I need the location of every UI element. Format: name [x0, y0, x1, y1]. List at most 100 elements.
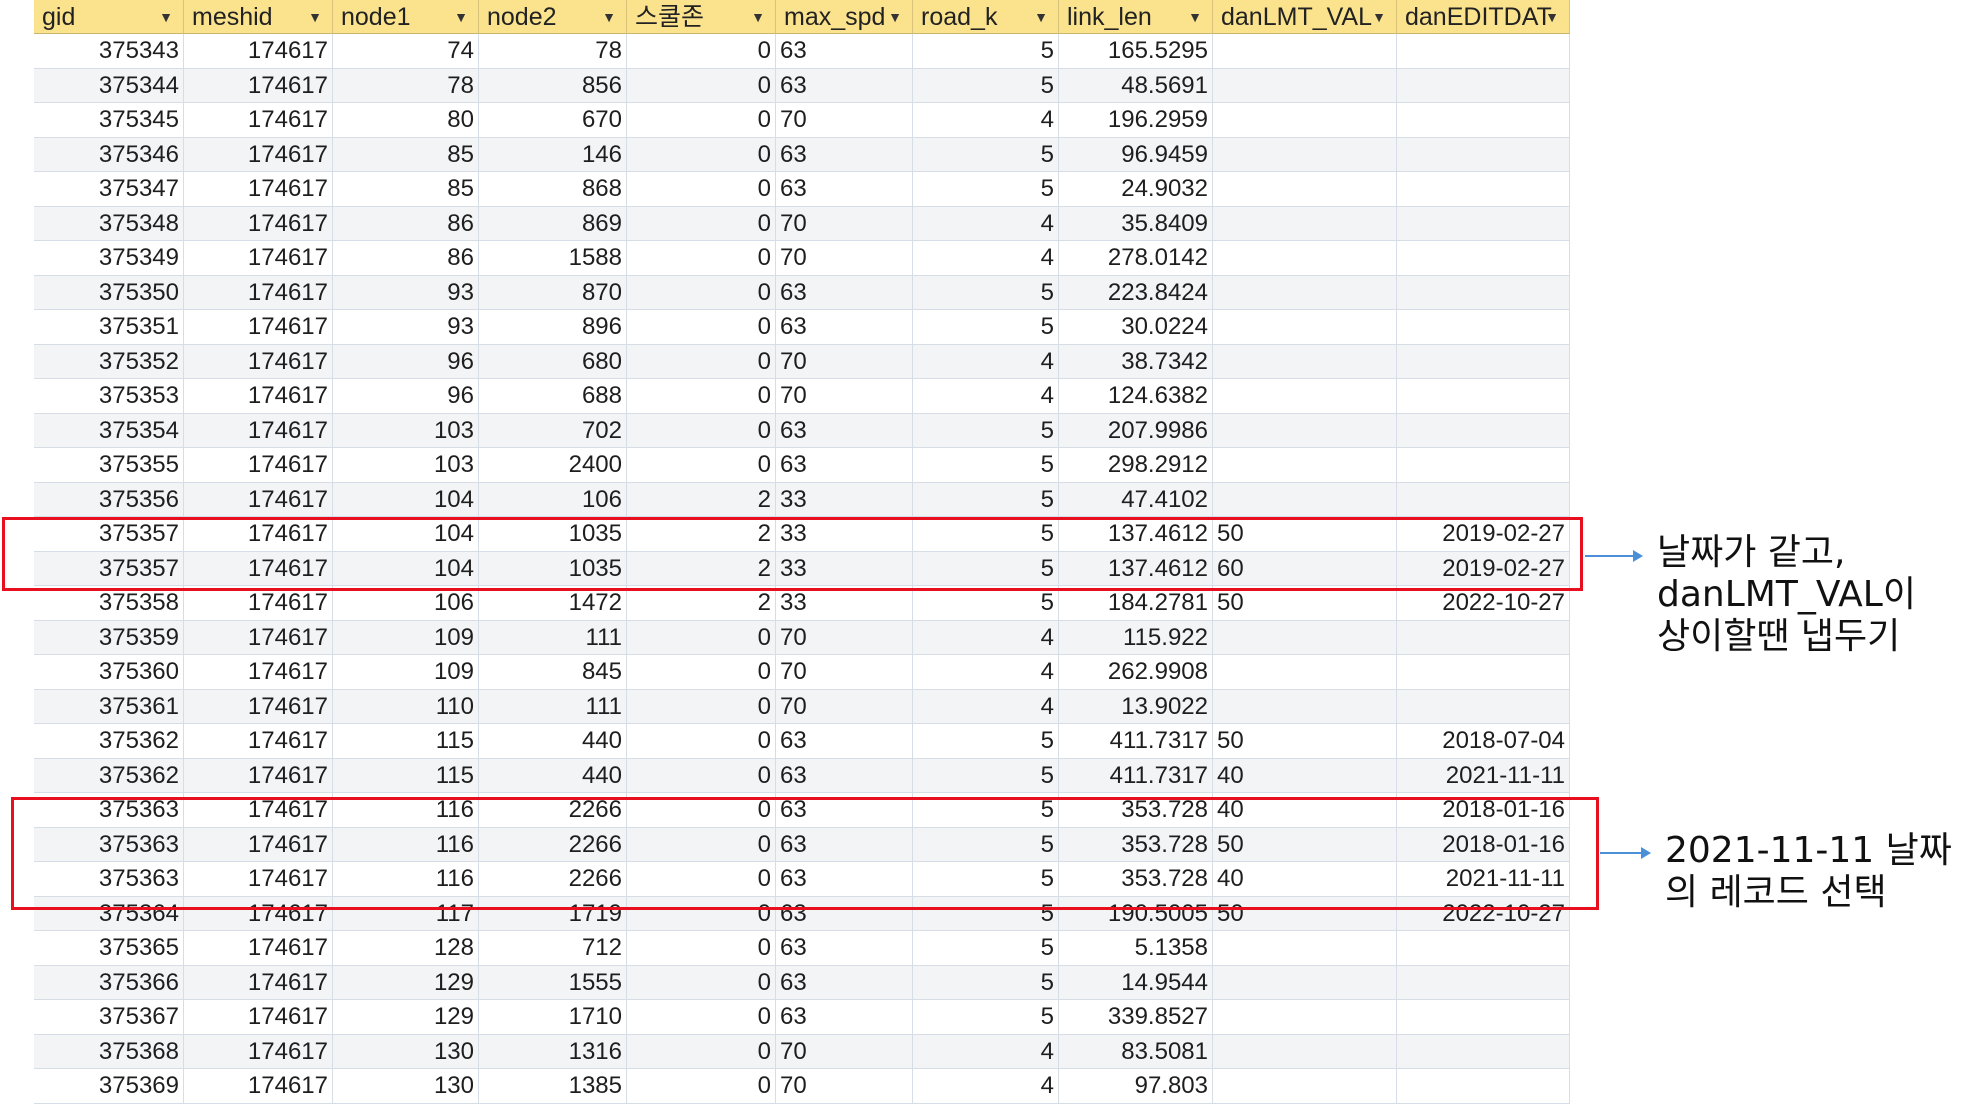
- cell-danEDITDAT[interactable]: [1397, 655, 1570, 689]
- table-row[interactable]: 375349 174617 86 1588 0 70 4 278.0142: [34, 241, 1570, 276]
- cell-node1[interactable]: 129: [333, 1000, 479, 1034]
- table-row[interactable]: 375355 174617 103 2400 0 63 5 298.2912: [34, 448, 1570, 483]
- column-header-1[interactable]: meshid ▼: [184, 0, 333, 34]
- table-row[interactable]: 375350 174617 93 870 0 63 5 223.8424: [34, 275, 1570, 310]
- cell-meshid[interactable]: 174617: [184, 689, 333, 723]
- cell-meshid[interactable]: 174617: [184, 758, 333, 792]
- cell-link_len[interactable]: 207.9986: [1059, 413, 1213, 447]
- cell-node2[interactable]: 896: [479, 310, 627, 344]
- cell-danLMT_VAL[interactable]: [1213, 206, 1397, 240]
- cell-road_k[interactable]: 5: [913, 931, 1059, 965]
- cell-node1[interactable]: 104: [333, 551, 479, 585]
- cell-link_len[interactable]: 411.7317: [1059, 758, 1213, 792]
- cell-node1[interactable]: 130: [333, 1069, 479, 1103]
- cell-max_spd[interactable]: 63: [776, 68, 913, 102]
- table-row[interactable]: 375343 174617 74 78 0 63 5 165.5295: [34, 34, 1570, 69]
- filter-dropdown-icon[interactable]: ▼: [159, 0, 173, 33]
- filter-dropdown-icon[interactable]: ▼: [308, 0, 322, 33]
- cell-danEDITDAT[interactable]: [1397, 482, 1570, 516]
- cell-link_len[interactable]: 353.728: [1059, 862, 1213, 896]
- cell-gid[interactable]: 375360: [34, 655, 184, 689]
- cell-road_k[interactable]: 5: [913, 517, 1059, 551]
- cell-danLMT_VAL[interactable]: [1213, 34, 1397, 68]
- cell-link_len[interactable]: 190.5005: [1059, 896, 1213, 930]
- cell-node2[interactable]: 702: [479, 413, 627, 447]
- cell-node1[interactable]: 103: [333, 448, 479, 482]
- cell-danEDITDAT[interactable]: 2021-11-11: [1397, 758, 1570, 792]
- cell-meshid[interactable]: 174617: [184, 724, 333, 758]
- column-header-3[interactable]: node2 ▼: [479, 0, 627, 34]
- cell-스쿨존[interactable]: 0: [627, 310, 776, 344]
- cell-link_len[interactable]: 196.2959: [1059, 103, 1213, 137]
- cell-node2[interactable]: 2266: [479, 862, 627, 896]
- cell-link_len[interactable]: 38.7342: [1059, 344, 1213, 378]
- cell-meshid[interactable]: 174617: [184, 896, 333, 930]
- cell-link_len[interactable]: 353.728: [1059, 827, 1213, 861]
- cell-danLMT_VAL[interactable]: [1213, 344, 1397, 378]
- cell-node2[interactable]: 2400: [479, 448, 627, 482]
- cell-meshid[interactable]: 174617: [184, 172, 333, 206]
- cell-max_spd[interactable]: 33: [776, 482, 913, 516]
- cell-danEDITDAT[interactable]: [1397, 1069, 1570, 1103]
- cell-meshid[interactable]: 174617: [184, 275, 333, 309]
- cell-danEDITDAT[interactable]: [1397, 689, 1570, 723]
- cell-meshid[interactable]: 174617: [184, 1000, 333, 1034]
- filter-dropdown-icon[interactable]: ▼: [1372, 0, 1386, 33]
- cell-danEDITDAT[interactable]: 2021-11-11: [1397, 862, 1570, 896]
- cell-max_spd[interactable]: 63: [776, 793, 913, 827]
- cell-node2[interactable]: 106: [479, 482, 627, 516]
- table-row[interactable]: 375366 174617 129 1555 0 63 5 14.9544: [34, 965, 1570, 1000]
- cell-road_k[interactable]: 5: [913, 275, 1059, 309]
- cell-meshid[interactable]: 174617: [184, 413, 333, 447]
- cell-danEDITDAT[interactable]: [1397, 379, 1570, 413]
- cell-danEDITDAT[interactable]: [1397, 34, 1570, 68]
- cell-meshid[interactable]: 174617: [184, 931, 333, 965]
- cell-meshid[interactable]: 174617: [184, 482, 333, 516]
- cell-스쿨존[interactable]: 0: [627, 931, 776, 965]
- cell-gid[interactable]: 375356: [34, 482, 184, 516]
- cell-meshid[interactable]: 174617: [184, 551, 333, 585]
- cell-road_k[interactable]: 5: [913, 482, 1059, 516]
- cell-max_spd[interactable]: 63: [776, 827, 913, 861]
- cell-danEDITDAT[interactable]: [1397, 310, 1570, 344]
- cell-node1[interactable]: 96: [333, 379, 479, 413]
- table-row[interactable]: 375352 174617 96 680 0 70 4 38.7342: [34, 344, 1570, 379]
- cell-스쿨존[interactable]: 0: [627, 172, 776, 206]
- cell-meshid[interactable]: 174617: [184, 379, 333, 413]
- cell-스쿨존[interactable]: 2: [627, 482, 776, 516]
- cell-link_len[interactable]: 137.4612: [1059, 551, 1213, 585]
- cell-danLMT_VAL[interactable]: [1213, 379, 1397, 413]
- column-header-2[interactable]: node1 ▼: [333, 0, 479, 34]
- cell-link_len[interactable]: 137.4612: [1059, 517, 1213, 551]
- cell-node1[interactable]: 116: [333, 793, 479, 827]
- cell-node2[interactable]: 1719: [479, 896, 627, 930]
- cell-max_spd[interactable]: 63: [776, 931, 913, 965]
- cell-스쿨존[interactable]: 2: [627, 517, 776, 551]
- cell-danLMT_VAL[interactable]: [1213, 68, 1397, 102]
- cell-road_k[interactable]: 5: [913, 551, 1059, 585]
- table-row[interactable]: 375344 174617 78 856 0 63 5 48.5691: [34, 68, 1570, 103]
- cell-node1[interactable]: 78: [333, 68, 479, 102]
- cell-node2[interactable]: 1710: [479, 1000, 627, 1034]
- cell-link_len[interactable]: 184.2781: [1059, 586, 1213, 620]
- cell-node1[interactable]: 115: [333, 724, 479, 758]
- cell-gid[interactable]: 375362: [34, 758, 184, 792]
- cell-gid[interactable]: 375354: [34, 413, 184, 447]
- cell-max_spd[interactable]: 63: [776, 896, 913, 930]
- filter-dropdown-icon[interactable]: ▼: [454, 0, 468, 33]
- filter-dropdown-icon[interactable]: ▼: [1545, 0, 1559, 33]
- cell-link_len[interactable]: 13.9022: [1059, 689, 1213, 723]
- cell-max_spd[interactable]: 70: [776, 103, 913, 137]
- cell-gid[interactable]: 375369: [34, 1069, 184, 1103]
- cell-road_k[interactable]: 4: [913, 689, 1059, 723]
- filter-dropdown-icon[interactable]: ▼: [751, 0, 765, 33]
- cell-gid[interactable]: 375348: [34, 206, 184, 240]
- cell-gid[interactable]: 375361: [34, 689, 184, 723]
- cell-danLMT_VAL[interactable]: [1213, 448, 1397, 482]
- cell-node2[interactable]: 869: [479, 206, 627, 240]
- cell-gid[interactable]: 375364: [34, 896, 184, 930]
- cell-max_spd[interactable]: 33: [776, 586, 913, 620]
- cell-스쿨존[interactable]: 2: [627, 586, 776, 620]
- table-row[interactable]: 375354 174617 103 702 0 63 5 207.9986: [34, 413, 1570, 448]
- cell-node2[interactable]: 78: [479, 34, 627, 68]
